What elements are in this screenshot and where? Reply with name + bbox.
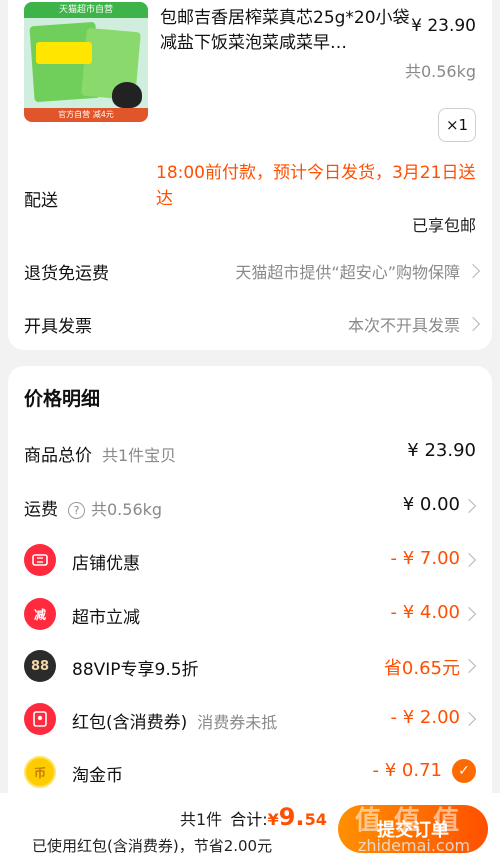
goods-total-row: 商品总价 共1件宝贝 ¥ 23.90 xyxy=(8,432,492,472)
product-image-banner: 天猫超市自营 xyxy=(24,2,148,18)
product-price: ¥ 23.90 xyxy=(411,16,476,36)
watermark-site: zhidemai.com xyxy=(358,836,471,855)
product-weight: 共0.56kg xyxy=(404,62,476,81)
checkmark-icon[interactable]: ✓ xyxy=(452,759,476,783)
free-shipping-note: 已享包邮 xyxy=(411,216,476,235)
goods-total-label: 商品总价 xyxy=(24,446,92,466)
item-count: 共1件 xyxy=(180,810,223,829)
shipping-row[interactable]: 运费? 共0.56kg ¥ 0.00 xyxy=(8,486,492,526)
price-detail-card: 价格明细 商品总价 共1件宝贝 ¥ 23.90 运费? 共0.56kg ¥ 0.00… xyxy=(8,366,492,796)
tmall-cat-icon xyxy=(112,82,142,108)
red-packet-row[interactable]: 红包(含消费券) 消费券未抵 - ¥ 2.00 xyxy=(8,699,492,739)
red-packet-value: - ¥ 2.00 xyxy=(390,707,460,728)
chevron-right-icon xyxy=(461,658,477,674)
product-image[interactable]: 天猫超市自营 官方自营 减4元 xyxy=(24,2,148,122)
vip-88-icon: 88 xyxy=(24,650,56,682)
market-discount-value: - ¥ 4.00 xyxy=(390,602,460,623)
market-discount-label: 超市立减 xyxy=(72,608,140,628)
question-icon[interactable]: ? xyxy=(68,502,85,519)
order-total: 共1件 合计:¥9.54 xyxy=(180,803,327,831)
product-image-footer: 官方自营 减4元 xyxy=(24,108,148,122)
chevron-right-icon xyxy=(461,552,477,568)
vip-discount-label: 88VIP专享9.5折 xyxy=(72,660,199,680)
total-currency: ¥ xyxy=(267,810,279,829)
quantity-selector[interactable]: ×1 xyxy=(438,108,476,142)
invoice-label: 开具发票 xyxy=(24,317,92,337)
delivery-label: 配送 xyxy=(24,191,58,211)
market-discount-row[interactable]: 减 超市立减 - ¥ 4.00 xyxy=(8,594,492,634)
total-amount-decimal: 54 xyxy=(304,810,327,829)
watermark-logo: 值 值 值 xyxy=(355,806,462,836)
return-label: 退货免运费 xyxy=(24,264,109,284)
vip-discount-row[interactable]: 88 88VIP专享9.5折 省0.65元 xyxy=(8,646,492,686)
chevron-right-icon xyxy=(465,263,481,279)
total-label: 合计: xyxy=(230,810,268,829)
reduce-icon: 减 xyxy=(24,598,56,630)
product-title[interactable]: 包邮吉香居榨菜真芯25g*20小袋减盐下饭菜泡菜咸菜早… xyxy=(160,6,410,56)
savings-note: 已使用红包(含消费券)，节省2.00元 xyxy=(32,837,273,855)
store-discount-value: - ¥ 7.00 xyxy=(390,548,460,569)
delivery-estimate: 18:00前付款，预计今日发货，3月21日送达 xyxy=(156,163,476,209)
chevron-right-icon xyxy=(461,711,477,727)
chevron-right-icon xyxy=(461,498,477,514)
goods-total-value: ¥ 23.90 xyxy=(407,440,476,461)
chevron-right-icon xyxy=(461,606,477,622)
shipping-label: 运费 xyxy=(24,500,58,520)
vip-discount-value: 省0.65元 xyxy=(383,658,460,679)
shipping-value: ¥ 0.00 xyxy=(402,494,460,515)
order-summary-card: 天猫超市自营 官方自营 减4元 包邮吉香居榨菜真芯25g*20小袋减盐下饭菜泡菜… xyxy=(8,0,492,350)
gold-coin-icon: 币 xyxy=(24,756,56,788)
goods-count: 共1件宝贝 xyxy=(102,446,177,465)
red-packet-icon xyxy=(24,703,56,735)
store-discount-label: 店铺优惠 xyxy=(72,554,140,574)
store-discount-row[interactable]: 店铺优惠 - ¥ 7.00 xyxy=(8,540,492,580)
invoice-value: 本次不开具发票 xyxy=(347,316,460,335)
total-amount-main: 9. xyxy=(278,803,305,831)
shipping-weight: 共0.56kg xyxy=(91,500,163,519)
taojinbi-label: 淘金币 xyxy=(72,766,123,786)
return-value: 天猫超市提供“超安心”购物保障 xyxy=(235,263,460,282)
red-packet-note: 消费券未抵 xyxy=(197,713,278,732)
price-detail-title: 价格明细 xyxy=(24,388,101,410)
taojinbi-value: - ¥ 0.71 xyxy=(372,760,442,781)
taojinbi-row[interactable]: 币 淘金币 - ¥ 0.71 ✓ xyxy=(8,752,492,792)
red-packet-label: 红包(含消费券) xyxy=(72,713,188,733)
coupon-icon xyxy=(24,544,56,576)
chevron-right-icon xyxy=(465,316,481,332)
